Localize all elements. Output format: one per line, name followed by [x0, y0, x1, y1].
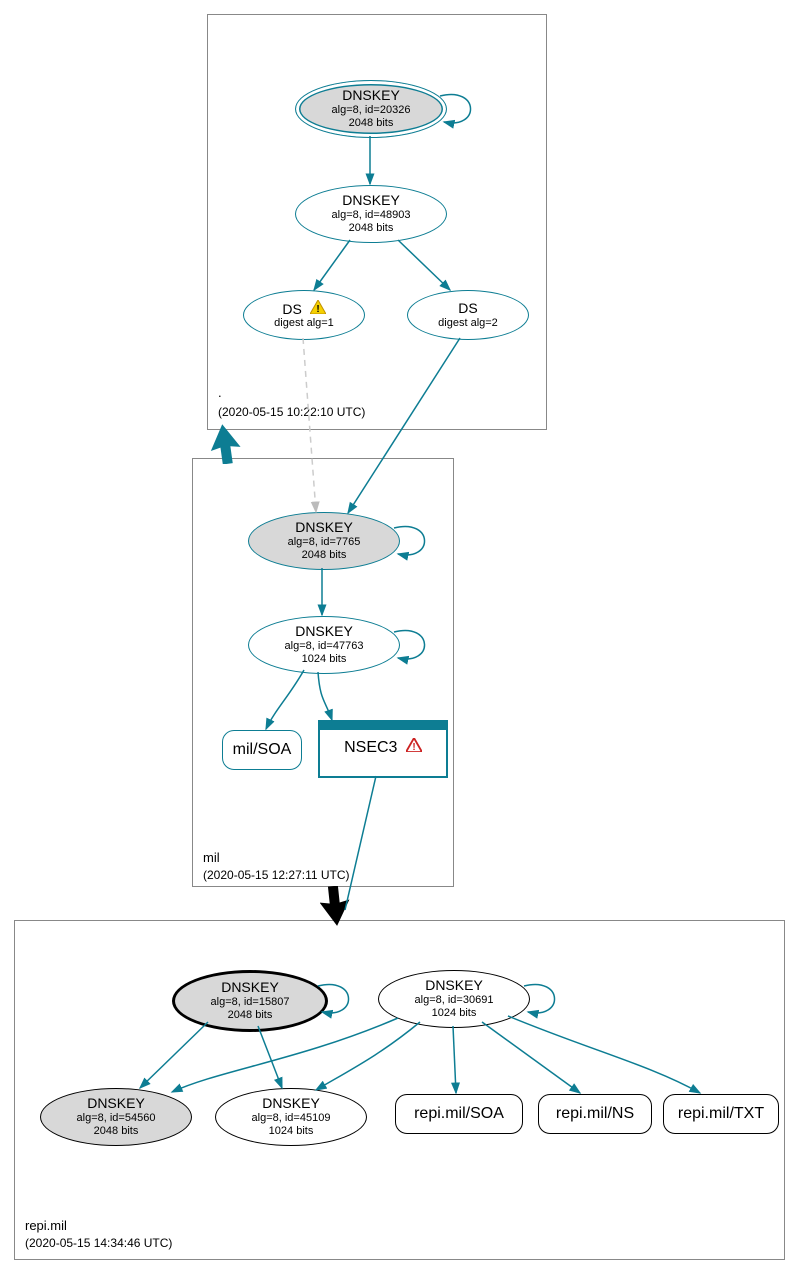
repi-dnskey-54560: DNSKEY alg=8, id=54560 2048 bits — [40, 1088, 192, 1146]
dnskey-alg: alg=8, id=45109 — [252, 1112, 331, 1125]
svg-text:!: ! — [316, 304, 319, 314]
root-dnskey-48903: DNSKEY alg=8, id=48903 2048 bits — [295, 185, 447, 243]
nsec3-label: NSEC3 — [344, 739, 397, 756]
dnskey-title: DNSKEY — [425, 977, 483, 994]
dnskey-bits: 2048 bits — [94, 1125, 139, 1138]
zone-arrow-mil-to-repi — [320, 886, 360, 926]
repi-ns: repi.mil/NS — [538, 1094, 652, 1134]
mil-soa: mil/SOA — [222, 730, 302, 770]
dnskey-alg: alg=8, id=30691 — [415, 994, 494, 1007]
dnskey-alg: alg=8, id=7765 — [288, 536, 361, 549]
zone-mil-timestamp: (2020-05-15 12:27:11 UTC) — [203, 868, 350, 882]
dnskey-title: DNSKEY — [262, 1095, 320, 1112]
dnskey-alg: alg=8, id=47763 — [285, 640, 364, 653]
soa-label: mil/SOA — [233, 740, 292, 759]
repi-dnskey-30691: DNSKEY alg=8, id=30691 1024 bits — [378, 970, 530, 1028]
repi-soa: repi.mil/SOA — [395, 1094, 523, 1134]
dnskey-bits: 1024 bits — [302, 653, 347, 666]
dnskey-alg: alg=8, id=48903 — [332, 209, 411, 222]
soa-label: repi.mil/SOA — [414, 1104, 504, 1123]
dnskey-title: DNSKEY — [342, 192, 400, 209]
zone-root-timestamp: (2020-05-15 10:22:10 UTC) — [218, 405, 365, 419]
zone-repi-timestamp: (2020-05-15 14:34:46 UTC) — [25, 1236, 172, 1250]
dnskey-alg: alg=8, id=15807 — [211, 996, 290, 1009]
ds-title: DS ! — [282, 300, 325, 318]
root-ds-alg1: DS ! digest alg=1 — [243, 290, 365, 340]
root-ds-alg2: DS digest alg=2 — [407, 290, 529, 340]
mil-nsec3: NSEC3 ! — [318, 720, 448, 778]
warning-icon: ! — [310, 300, 326, 318]
dnskey-bits: 2048 bits — [228, 1009, 273, 1022]
txt-label: repi.mil/TXT — [678, 1104, 764, 1123]
dnskey-bits: 1024 bits — [269, 1125, 314, 1138]
mil-dnskey-47763: DNSKEY alg=8, id=47763 1024 bits — [248, 616, 400, 674]
dnskey-bits: 1024 bits — [432, 1007, 477, 1020]
dnskey-bits: 2048 bits — [349, 117, 394, 130]
dnskey-title: DNSKEY — [342, 87, 400, 104]
dnskey-alg: alg=8, id=54560 — [77, 1112, 156, 1125]
svg-text:!: ! — [412, 742, 415, 752]
repi-txt: repi.mil/TXT — [663, 1094, 779, 1134]
repi-dnskey-15807: DNSKEY alg=8, id=15807 2048 bits — [172, 970, 328, 1032]
dnskey-title: DNSKEY — [87, 1095, 145, 1112]
dnskey-bits: 2048 bits — [349, 222, 394, 235]
ns-label: repi.mil/NS — [556, 1104, 634, 1123]
ds-title: DS — [458, 300, 477, 317]
dnskey-title: DNSKEY — [295, 623, 353, 640]
dnskey-title: DNSKEY — [221, 979, 279, 996]
ds-digest: digest alg=2 — [438, 317, 498, 330]
error-icon: ! — [406, 738, 422, 757]
zone-mil-name: mil — [203, 850, 220, 865]
zone-repi-name: repi.mil — [25, 1218, 67, 1233]
dnskey-title: DNSKEY — [295, 519, 353, 536]
mil-dnskey-7765: DNSKEY alg=8, id=7765 2048 bits — [248, 512, 400, 570]
ds-digest: digest alg=1 — [274, 317, 334, 330]
root-dnskey-20326: DNSKEY alg=8, id=20326 2048 bits — [295, 80, 447, 138]
dnskey-alg: alg=8, id=20326 — [332, 104, 411, 117]
repi-dnskey-45109: DNSKEY alg=8, id=45109 1024 bits — [215, 1088, 367, 1146]
dnskey-bits: 2048 bits — [302, 549, 347, 562]
zone-root-name: . — [218, 385, 222, 400]
zone-arrow-root-to-mil — [210, 424, 250, 464]
